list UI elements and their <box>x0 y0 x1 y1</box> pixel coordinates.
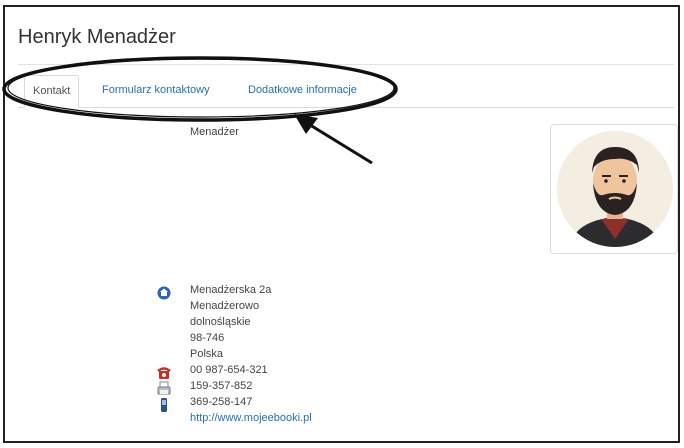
address-postcode: 98-746 <box>190 332 225 344</box>
mobile-icon <box>161 398 167 412</box>
tab-dodatkowe-informacje[interactable]: Dodatkowe informacje <box>240 75 365 107</box>
phone-icon <box>157 367 171 379</box>
avatar-image <box>557 131 673 247</box>
mobile-number: 369-258-147 <box>190 396 253 408</box>
tab-kontakt[interactable]: Kontakt <box>24 75 80 108</box>
address-city: Menadżerowo <box>190 300 260 312</box>
title-divider <box>18 64 674 65</box>
page-title: Henryk Menadżer <box>18 26 176 48</box>
fax-icon <box>157 381 171 395</box>
avatar <box>550 124 678 254</box>
tab-bar: Kontakt Formularz kontaktowy Dodatkowe i… <box>18 75 674 108</box>
job-title: Menadżer <box>190 126 239 138</box>
fax-number: 159-357-852 <box>190 380 253 392</box>
address-icon <box>157 286 171 300</box>
phone-number: 00 987-654-321 <box>190 364 268 376</box>
website-link[interactable]: http://www.mojeebooki.pl <box>190 412 312 424</box>
address-region: dolnośląskie <box>190 316 251 328</box>
address-street: Menadżerska 2a <box>190 284 272 296</box>
address-country: Polska <box>190 348 224 360</box>
tab-formularz-kontaktowy[interactable]: Formularz kontaktowy <box>94 75 218 107</box>
website-row: http://www.mojeebooki.pl <box>190 410 312 426</box>
